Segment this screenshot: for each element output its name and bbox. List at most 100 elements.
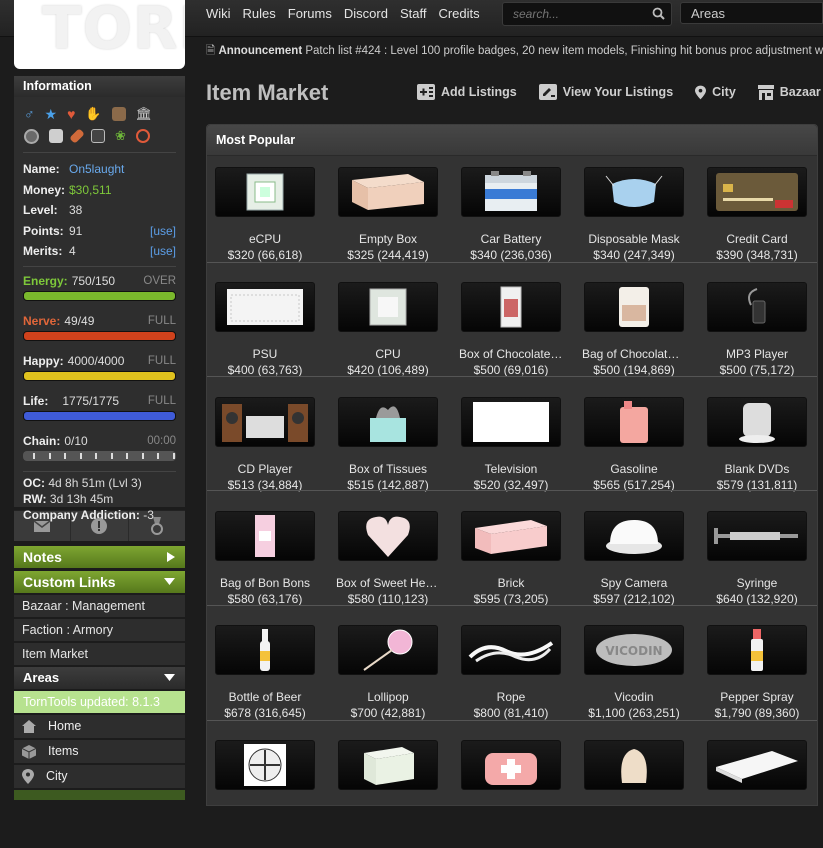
education-icon[interactable] [91, 129, 105, 143]
item-image[interactable] [338, 282, 438, 332]
item-tile[interactable]: Car Battery $340 (236,036) [461, 167, 561, 275]
awards-button[interactable] [129, 511, 185, 541]
information-header[interactable]: Information [14, 76, 185, 97]
item-tile[interactable]: VICODIN Vicodin $1,100 (263,251) [584, 625, 684, 733]
item-tile[interactable] [707, 740, 807, 848]
item-tile[interactable]: CPU $420 (106,489) [338, 282, 438, 390]
nav-rules[interactable]: Rules [243, 6, 276, 21]
item-image[interactable] [584, 282, 684, 332]
item-image[interactable] [461, 282, 561, 332]
item-image[interactable] [707, 740, 807, 790]
item-tile[interactable]: Blank DVDs $579 (131,811) [707, 397, 807, 505]
notes-header[interactable]: Notes [14, 546, 185, 568]
chain-bar-row[interactable]: Chain: 0/10 00:00 [23, 433, 176, 461]
item-image[interactable] [461, 740, 561, 790]
item-tile[interactable]: MP3 Player $500 (75,172) [707, 282, 807, 390]
item-image[interactable] [461, 167, 561, 217]
messages-button[interactable] [14, 511, 72, 541]
item-tile[interactable]: Rope $800 (81,410) [461, 625, 561, 733]
item-tile[interactable]: Disposable Mask $340 (247,349) [584, 167, 684, 275]
item-image[interactable]: VICODIN [584, 625, 684, 675]
item-tile[interactable]: PSU $400 (63,763) [215, 282, 315, 390]
item-tile[interactable]: Gasoline $565 (517,254) [584, 397, 684, 505]
areas-header[interactable]: Areas [14, 667, 185, 689]
item-image[interactable] [215, 740, 315, 790]
item-tile[interactable]: Pepper Spray $1,790 (89,360) [707, 625, 807, 733]
item-image[interactable] [707, 625, 807, 675]
hand-icon[interactable]: ✋ [85, 107, 101, 121]
item-tile[interactable]: Brick $595 (73,205) [461, 511, 561, 619]
item-tile[interactable]: CD Player $513 (34,884) [215, 397, 315, 505]
custom-link-item-market[interactable]: Item Market [14, 643, 185, 665]
areas-dropdown[interactable]: Areas [680, 2, 823, 24]
male-icon[interactable]: ♂ [24, 107, 35, 121]
item-tile[interactable]: Television $520 (32,497) [461, 397, 561, 505]
bank-icon[interactable]: 🏛 [136, 107, 153, 121]
nav-discord[interactable]: Discord [344, 6, 388, 21]
life-bar-row[interactable]: Life: 1775/1775 FULL [23, 393, 176, 421]
item-tile[interactable]: Box of Chocolate Bars $500 (69,016) [459, 282, 563, 390]
rw-timer[interactable]: RW: 3d 13h 45m [23, 492, 176, 508]
oc-timer[interactable]: OC: 4d 8h 51m (Lvl 3) [23, 476, 176, 492]
happy-bar-row[interactable]: Happy: 4000/4000 FULL [23, 353, 176, 381]
item-tile[interactable]: Bag of Bon Bons $580 (63,176) [215, 511, 315, 619]
torntools-updated-banner[interactable]: TornTools updated: 8.1.3 [14, 691, 185, 713]
item-image[interactable] [338, 167, 438, 217]
item-image[interactable] [338, 625, 438, 675]
item-tile[interactable]: Syringe $640 (132,920) [707, 511, 807, 619]
item-image[interactable] [461, 511, 561, 561]
job-briefcase-icon[interactable] [49, 129, 63, 143]
cannabis-icon[interactable]: ❀ [115, 129, 126, 144]
item-tile[interactable] [215, 740, 315, 848]
item-image[interactable] [707, 397, 807, 447]
item-image[interactable] [461, 397, 561, 447]
item-image[interactable] [584, 167, 684, 217]
add-listings-button[interactable]: Add Listings [417, 84, 517, 100]
item-image[interactable] [707, 167, 807, 217]
events-button[interactable] [71, 511, 129, 541]
money-value[interactable]: $30,511 [69, 183, 176, 197]
item-tile[interactable]: Empty Box $325 (244,419) [338, 167, 438, 275]
area-items[interactable]: Items [14, 740, 185, 763]
view-listings-button[interactable]: View Your Listings [538, 84, 673, 100]
city-button[interactable]: City [695, 84, 736, 100]
booster-icon[interactable] [135, 129, 150, 143]
area-next-partial[interactable] [14, 790, 185, 800]
bazaar-button[interactable]: Bazaar [757, 84, 821, 100]
nav-forums[interactable]: Forums [288, 6, 332, 21]
search-icon[interactable] [652, 7, 665, 25]
item-tile[interactable] [584, 740, 684, 848]
nav-wiki[interactable]: Wiki [206, 6, 231, 21]
points-use-link[interactable]: [use] [150, 224, 176, 238]
nav-credits[interactable]: Credits [438, 6, 479, 21]
item-tile[interactable]: Bottle of Beer $678 (316,645) [215, 625, 315, 733]
item-tile[interactable]: Box of Tissues $515 (142,887) [338, 397, 438, 505]
search-input[interactable] [511, 6, 645, 22]
custom-links-header[interactable]: Custom Links [14, 571, 185, 593]
area-city[interactable]: City [14, 765, 185, 788]
item-tile[interactable] [461, 740, 561, 848]
item-image[interactable] [215, 397, 315, 447]
item-tile[interactable]: Lollipop $700 (42,881) [338, 625, 438, 733]
custom-link-faction[interactable]: Faction : Armory [14, 619, 185, 641]
item-tile[interactable]: Bag of Chocolate Kisses $500 (194,869) [582, 282, 686, 390]
item-image[interactable] [215, 282, 315, 332]
item-image[interactable] [461, 625, 561, 675]
item-image[interactable] [707, 511, 807, 561]
item-image[interactable] [338, 511, 438, 561]
item-image[interactable] [338, 397, 438, 447]
item-image[interactable] [338, 740, 438, 790]
torn-logo[interactable]: TORN [14, 0, 185, 69]
item-tile[interactable] [338, 740, 438, 848]
item-image[interactable] [215, 511, 315, 561]
item-image[interactable] [215, 625, 315, 675]
energy-bar-row[interactable]: Energy: 750/150 OVER [23, 273, 176, 301]
item-image[interactable] [584, 511, 684, 561]
item-image[interactable] [707, 282, 807, 332]
donator-star-icon[interactable]: ★ [45, 107, 58, 121]
item-tile[interactable]: eCPU $320 (66,618) [215, 167, 315, 275]
nav-staff[interactable]: Staff [400, 6, 427, 21]
custom-link-bazaar[interactable]: Bazaar : Management [14, 595, 185, 617]
announcement-text[interactable]: Patch list #424 : Level 100 profile badg… [305, 45, 823, 57]
hat-icon[interactable] [111, 107, 126, 121]
